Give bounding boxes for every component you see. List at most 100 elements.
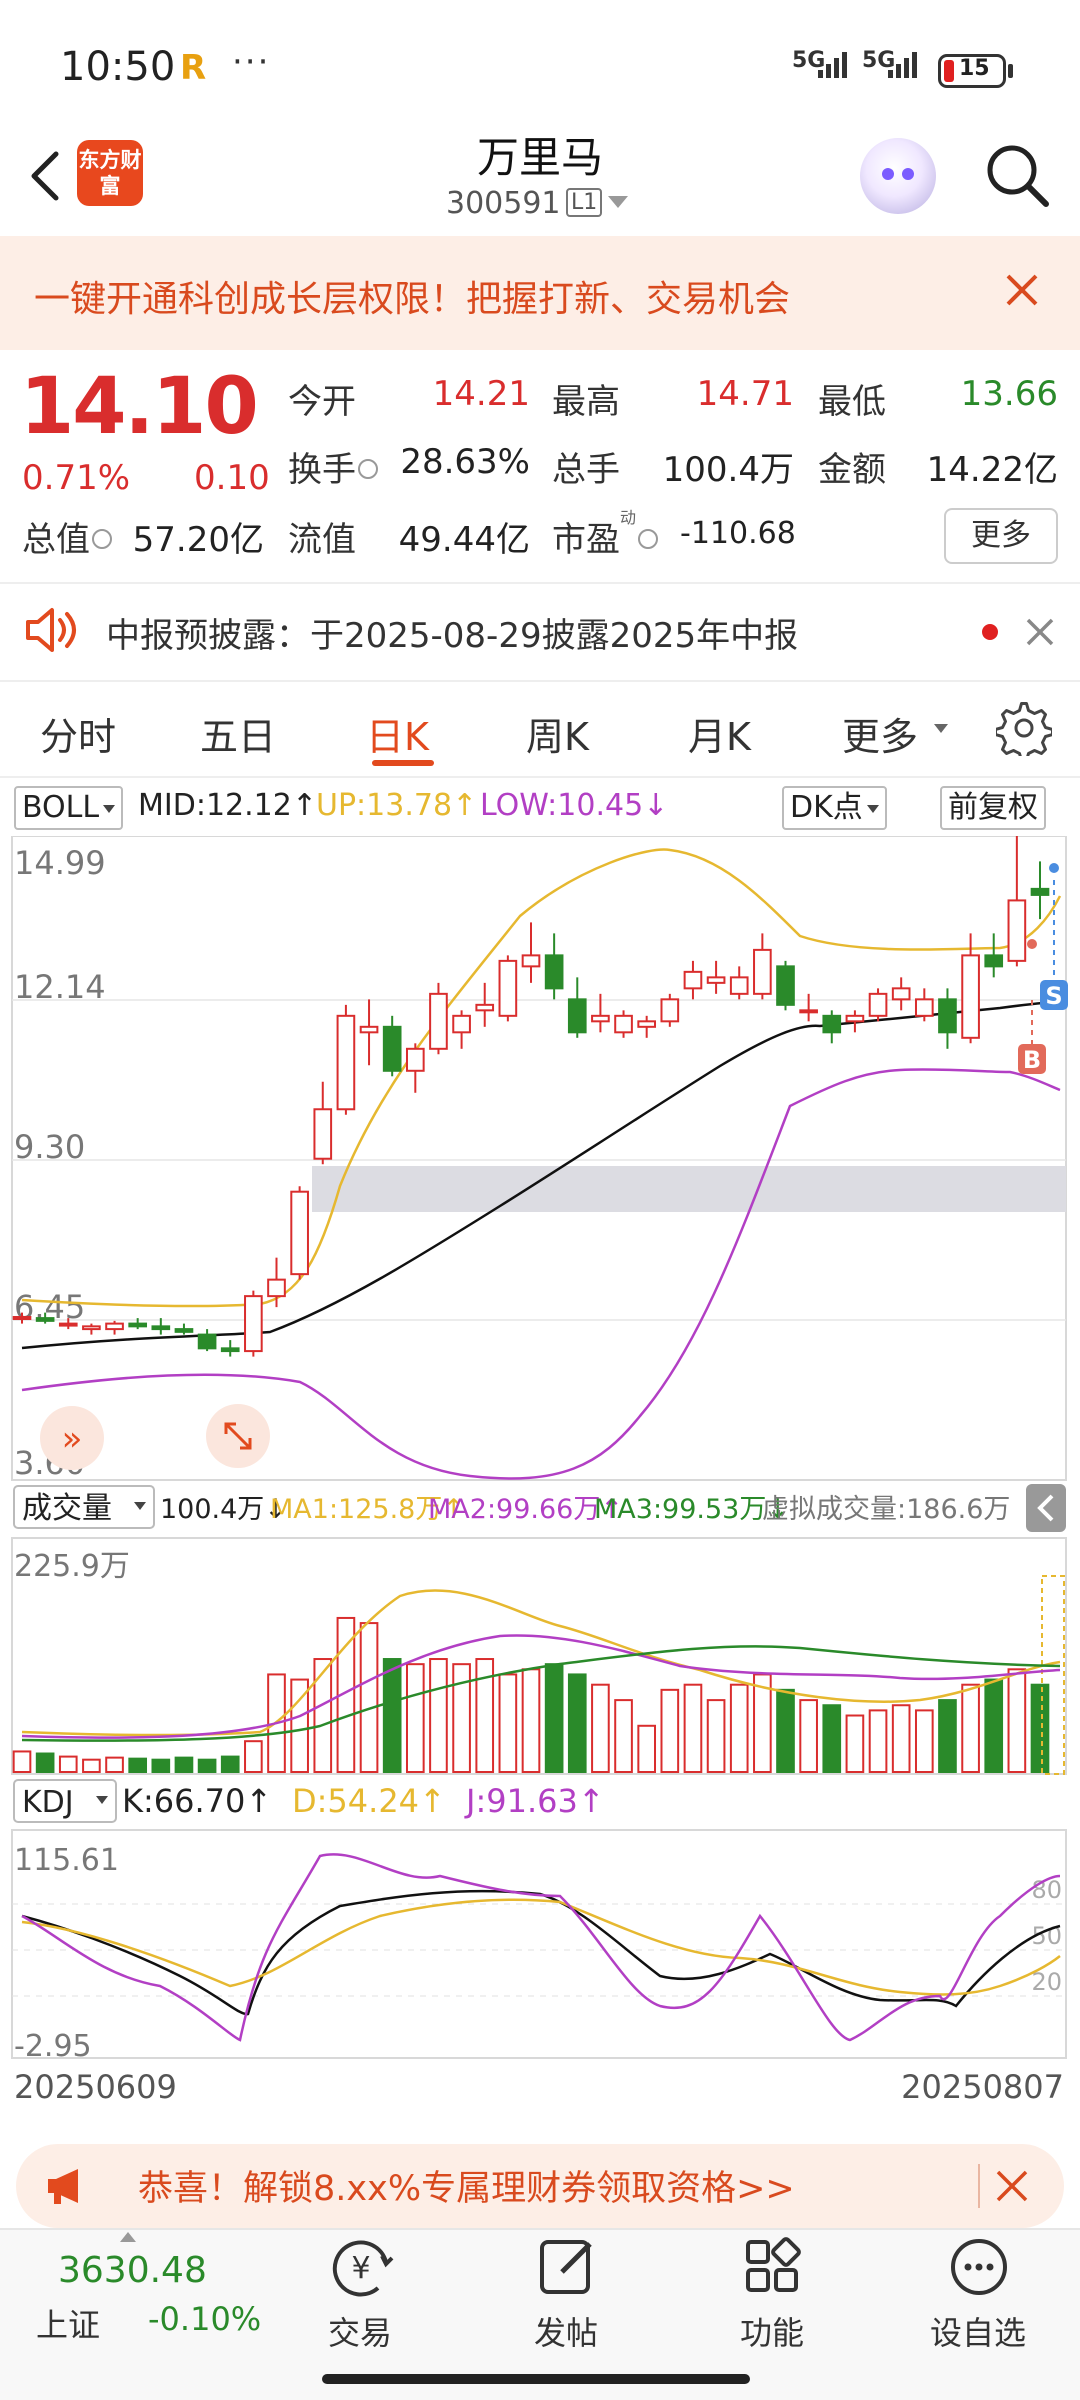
candle[interactable] bbox=[938, 998, 957, 1034]
close-promo-icon[interactable] bbox=[994, 2168, 1030, 2204]
candle[interactable] bbox=[82, 1325, 101, 1331]
candle[interactable] bbox=[244, 1295, 263, 1353]
divider bbox=[0, 582, 1080, 584]
candle[interactable] bbox=[151, 1325, 171, 1331]
robot-assistant-icon[interactable] bbox=[860, 138, 936, 214]
candle[interactable] bbox=[382, 1025, 402, 1072]
home-indicator[interactable] bbox=[322, 2374, 750, 2384]
candle[interactable] bbox=[290, 1190, 309, 1276]
info-icon[interactable] bbox=[358, 458, 378, 479]
candle[interactable] bbox=[336, 1014, 356, 1111]
gear-icon[interactable] bbox=[994, 700, 1054, 762]
index-name[interactable]: 上证 bbox=[36, 2300, 100, 2346]
candle[interactable] bbox=[58, 1322, 78, 1327]
candle[interactable] bbox=[984, 954, 1004, 968]
candle[interactable] bbox=[174, 1328, 194, 1333]
mktcap-label: 总值 bbox=[22, 512, 114, 561]
close-notice-icon[interactable] bbox=[1022, 614, 1058, 650]
status-time: 10:50 bbox=[60, 44, 176, 90]
candle[interactable] bbox=[475, 1003, 495, 1012]
candle[interactable] bbox=[1007, 899, 1027, 962]
nav-add-watchlist[interactable]: 设自选 bbox=[918, 2308, 1038, 2354]
candle[interactable] bbox=[267, 1278, 286, 1298]
stock-code[interactable]: 300591 bbox=[446, 186, 561, 221]
candle[interactable] bbox=[498, 959, 518, 1017]
trade-icon[interactable]: ¥ bbox=[326, 2232, 396, 2302]
candle[interactable] bbox=[822, 1014, 842, 1034]
adjust-button[interactable]: 前复权 bbox=[940, 786, 1046, 830]
candle[interactable] bbox=[544, 954, 564, 990]
chevron-down-icon[interactable] bbox=[934, 724, 948, 733]
tab-intraday[interactable]: 分时 bbox=[40, 706, 116, 761]
candle[interactable] bbox=[660, 998, 680, 1023]
promo-text[interactable]: 恭喜！解锁8.xx%专属理财券领取资格>> bbox=[138, 2160, 795, 2211]
chevron-up-icon[interactable] bbox=[120, 2232, 136, 2242]
date-end: 20250807 bbox=[901, 2068, 1064, 2100]
candle[interactable] bbox=[567, 998, 587, 1034]
compose-post-icon[interactable] bbox=[532, 2232, 602, 2302]
candle[interactable] bbox=[313, 1108, 333, 1160]
dk-point-button[interactable]: DK点 bbox=[782, 786, 887, 830]
candle[interactable] bbox=[729, 976, 749, 995]
volume-bar bbox=[776, 1688, 795, 1773]
index-value[interactable]: 3630.48 bbox=[58, 2250, 207, 2291]
boll-low: LOW:10.45↓ bbox=[480, 788, 669, 823]
tab-five-day[interactable]: 五日 bbox=[200, 706, 276, 761]
grid-apps-icon[interactable] bbox=[738, 2232, 808, 2302]
collapse-panel-button[interactable] bbox=[1026, 1484, 1066, 1532]
candle[interactable] bbox=[405, 1047, 425, 1072]
candle[interactable] bbox=[637, 1020, 657, 1028]
notice-text[interactable]: 中报预披露：于2025-08-29披露2025年中报 bbox=[106, 608, 798, 657]
candle[interactable] bbox=[683, 970, 703, 990]
candle[interactable] bbox=[359, 1025, 379, 1034]
info-icon[interactable] bbox=[638, 528, 659, 549]
volume-bar bbox=[128, 1757, 148, 1774]
candle[interactable] bbox=[429, 992, 448, 1050]
tab-more[interactable]: 更多 bbox=[842, 706, 918, 761]
tab-monthly-k[interactable]: 月K bbox=[688, 706, 751, 761]
chevron-down-icon[interactable] bbox=[608, 196, 628, 208]
candle[interactable] bbox=[128, 1322, 148, 1328]
candle[interactable] bbox=[521, 954, 541, 968]
candle[interactable] bbox=[891, 987, 911, 1001]
more-dots-icon[interactable] bbox=[944, 2232, 1014, 2302]
kdj-d: D:54.24↑ bbox=[292, 1782, 446, 1820]
candle[interactable] bbox=[614, 1014, 633, 1034]
candle[interactable] bbox=[105, 1322, 124, 1331]
boll-selector[interactable]: BOLL bbox=[14, 786, 124, 830]
candle[interactable] bbox=[753, 948, 772, 995]
candle[interactable] bbox=[845, 1014, 865, 1023]
candle[interactable] bbox=[799, 1009, 818, 1014]
tab-daily-k[interactable]: 日K bbox=[366, 706, 429, 761]
candle[interactable] bbox=[706, 976, 726, 984]
more-details-button[interactable]: 更多 bbox=[944, 508, 1058, 564]
tab-weekly-k[interactable]: 周K bbox=[526, 706, 589, 761]
kline-chart[interactable]: 14.99 12.14 9.30 6.45 3.60 B S » 成交量 100… bbox=[0, 836, 1080, 2100]
nav-trade[interactable]: 交易 bbox=[300, 2308, 420, 2354]
volume-bar bbox=[521, 1668, 541, 1773]
volume-bar bbox=[868, 1709, 888, 1774]
candle[interactable] bbox=[197, 1333, 217, 1350]
candle[interactable] bbox=[35, 1317, 55, 1322]
volume-label: 总手 bbox=[552, 450, 620, 490]
candle[interactable] bbox=[776, 965, 795, 1006]
candle[interactable] bbox=[868, 992, 888, 1017]
banner-text[interactable]: 一键开通科创成长层权限！把握打新、交易机会 bbox=[34, 270, 790, 322]
candle[interactable] bbox=[591, 1014, 610, 1023]
volume-bar bbox=[58, 1755, 78, 1774]
high-label: 最高 bbox=[552, 382, 620, 422]
volume-y-label: 225.9万 bbox=[14, 1549, 130, 1584]
candle[interactable] bbox=[961, 954, 980, 1039]
candle[interactable] bbox=[914, 998, 934, 1017]
candle[interactable] bbox=[452, 1014, 471, 1034]
candle[interactable] bbox=[220, 1347, 240, 1353]
volume-bar bbox=[845, 1714, 865, 1774]
search-icon[interactable] bbox=[982, 140, 1052, 210]
info-icon[interactable] bbox=[92, 528, 112, 549]
close-icon[interactable] bbox=[1000, 268, 1044, 312]
nav-functions[interactable]: 功能 bbox=[712, 2308, 832, 2354]
candle[interactable] bbox=[12, 1316, 32, 1321]
y-label-3: 9.30 bbox=[14, 1128, 85, 1166]
candle[interactable] bbox=[1030, 887, 1050, 896]
nav-post[interactable]: 发帖 bbox=[506, 2308, 626, 2354]
